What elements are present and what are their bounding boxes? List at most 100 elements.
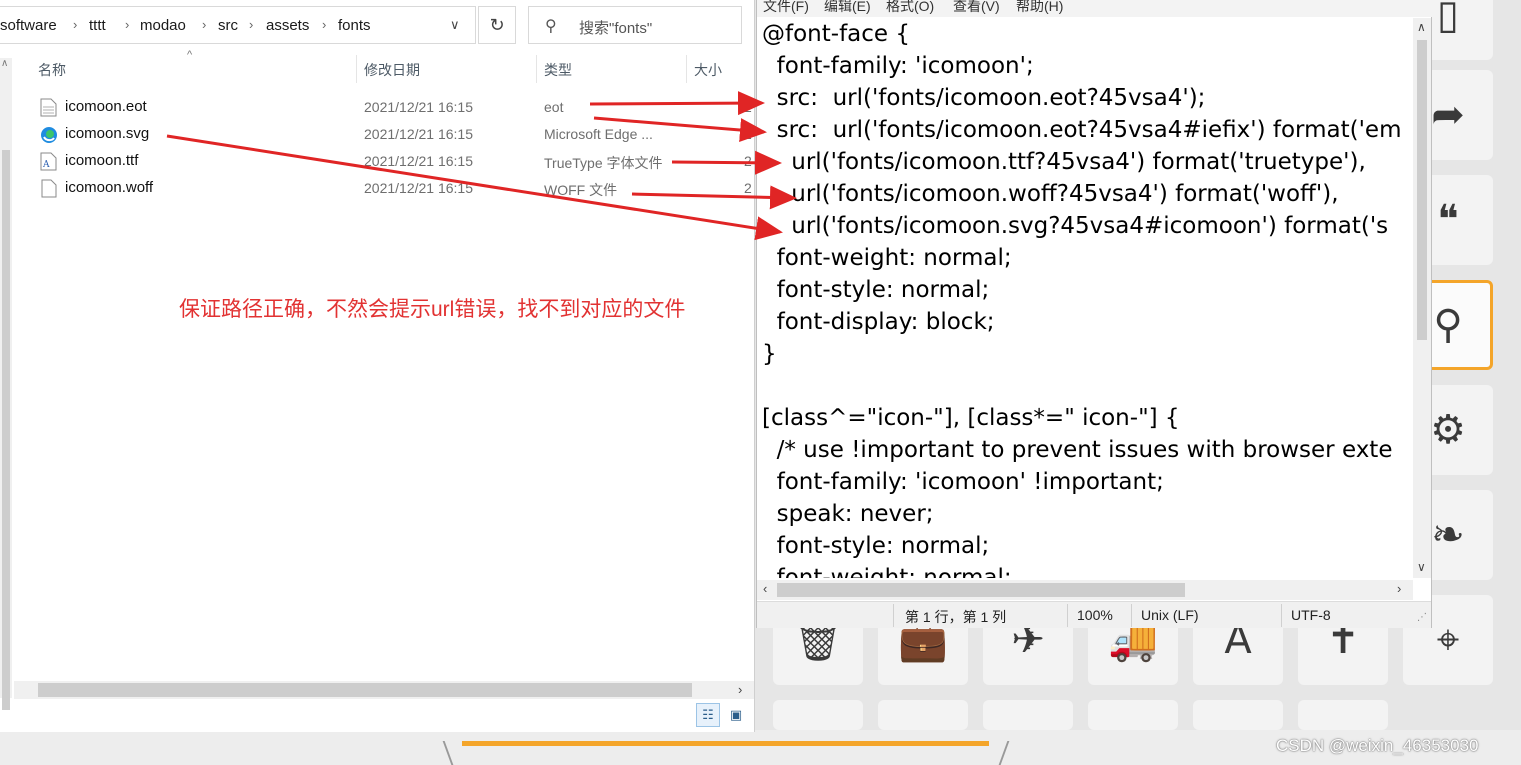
scroll-up-icon[interactable]: ∧ <box>1 58 8 69</box>
menu-help[interactable]: 帮助(H) <box>1016 0 1063 16</box>
line-ending: Unix (LF) <box>1141 607 1199 623</box>
column-divider[interactable] <box>686 55 687 83</box>
column-header-type[interactable]: 类型 <box>544 60 572 80</box>
code-line: font-weight: normal; <box>762 245 1012 271</box>
file-size: 1 <box>744 126 752 142</box>
resize-grip-icon[interactable]: ⋰ <box>1417 612 1427 623</box>
status-bar: 第 1 行，第 1 列 100% Unix (LF) UTF-8 <box>757 601 1431 628</box>
edge-file-icon <box>41 127 57 143</box>
column-header-name[interactable]: 名称 <box>38 60 66 80</box>
refresh-button[interactable]: ↻ <box>478 6 516 44</box>
active-tab-indicator <box>462 741 989 746</box>
chevron-right-icon[interactable]: › <box>125 17 129 32</box>
search-icon: ⚲ <box>545 16 557 35</box>
file-type: TrueType 字体文件 <box>544 155 663 171</box>
text-editor-area[interactable]: @font-face { font-family: 'icomoon'; src… <box>762 18 1405 578</box>
horizontal-scrollbar[interactable] <box>757 580 1413 600</box>
status-divider <box>1131 604 1132 627</box>
chevron-right-icon[interactable]: › <box>73 17 77 32</box>
icon-tile[interactable] <box>1193 700 1283 730</box>
icon-tile[interactable] <box>878 700 968 730</box>
chevron-right-icon[interactable]: › <box>322 17 326 32</box>
menu-format[interactable]: 格式(O) <box>886 0 934 16</box>
details-view-icon: ☷ <box>702 707 714 723</box>
chevron-right-icon[interactable]: › <box>202 17 206 32</box>
file-size: 2 <box>744 180 752 196</box>
code-line: url('fonts/icomoon.woff?45vsa4') format(… <box>762 181 1339 207</box>
file-size: 2 <box>744 99 752 115</box>
large-icons-view-button[interactable]: ▣ <box>724 703 748 727</box>
scrollbar-thumb[interactable] <box>777 583 1185 597</box>
icon-tile[interactable] <box>773 700 863 730</box>
column-header-date[interactable]: 修改日期 <box>364 60 420 80</box>
code-line: font-family: 'icomoon' !important; <box>762 469 1164 495</box>
file-name[interactable]: icomoon.svg <box>65 125 149 142</box>
icon-tile[interactable] <box>1088 700 1178 730</box>
scrollbar-thumb[interactable] <box>38 683 692 697</box>
address-bar[interactable]: software › tttt › modao › src › assets ›… <box>0 6 476 44</box>
scroll-left-icon[interactable]: ‹ <box>763 581 767 596</box>
breadcrumb-item[interactable]: modao <box>140 17 186 34</box>
icon-tile[interactable] <box>983 700 1073 730</box>
code-line: font-style: normal; <box>762 277 990 303</box>
font-file-icon: A <box>40 152 57 171</box>
watermark: CSDN @weixin_46353030 <box>1276 736 1479 755</box>
file-name[interactable]: icomoon.eot <box>65 98 147 115</box>
status-divider <box>893 604 894 627</box>
search-box[interactable]: ⚲ 搜索"fonts" <box>528 6 742 44</box>
file-row[interactable]: icomoon.woff 2021/12/21 16:15 WOFF 文件 2 <box>40 176 752 200</box>
file-date: 2021/12/21 16:15 <box>364 153 473 169</box>
file-row[interactable]: icomoon.svg 2021/12/21 16:15 Microsoft E… <box>40 122 752 146</box>
status-divider <box>1067 604 1068 627</box>
code-line: font-display: block; <box>762 309 995 335</box>
breadcrumb-item[interactable]: fonts <box>338 17 371 34</box>
code-line: url('fonts/icomoon.ttf?45vsa4') format('… <box>762 149 1366 175</box>
scrollbar-thumb[interactable] <box>2 150 10 710</box>
file-date: 2021/12/21 16:15 <box>364 99 473 115</box>
menu-edit[interactable]: 编辑(E) <box>824 0 871 16</box>
chevron-down-icon[interactable]: ∨ <box>450 17 460 33</box>
menu-file[interactable]: 文件(F) <box>763 0 809 16</box>
nav-pane-scrollbar[interactable] <box>0 58 12 710</box>
icon-tile[interactable] <box>1298 700 1388 730</box>
breadcrumb-item[interactable]: tttt <box>89 17 106 34</box>
file-date: 2021/12/21 16:15 <box>364 126 473 142</box>
details-view-button[interactable]: ☷ <box>696 703 720 727</box>
column-header-size[interactable]: 大小 <box>694 60 722 80</box>
code-line: font-weight: normal; <box>762 565 1012 578</box>
scroll-up-icon[interactable]: ∧ <box>1417 20 1426 34</box>
blank-file-icon <box>41 179 57 198</box>
cursor-position: 第 1 行，第 1 列 <box>905 609 1007 625</box>
notepad-window: 文件(F) 编辑(E) 格式(O) 查看(V) 帮助(H) @font-face… <box>756 0 1433 628</box>
scroll-down-icon[interactable]: ∨ <box>1417 560 1426 574</box>
file-name[interactable]: icomoon.woff <box>65 179 153 196</box>
column-divider[interactable] <box>536 55 537 83</box>
code-line: font-style: normal; <box>762 533 990 559</box>
code-line: url('fonts/icomoon.svg?45vsa4#icomoon') … <box>762 213 1389 239</box>
file-type: Microsoft Edge ... <box>544 126 653 142</box>
scroll-right-icon[interactable]: › <box>738 682 742 697</box>
eot-file-icon <box>40 98 57 117</box>
file-explorer-window: software › tttt › modao › src › assets ›… <box>0 0 755 732</box>
column-divider[interactable] <box>356 55 357 83</box>
vertical-scrollbar[interactable] <box>1413 18 1431 578</box>
file-row[interactable]: A icomoon.ttf 2021/12/21 16:15 TrueType … <box>40 149 752 173</box>
breadcrumb-item[interactable]: assets <box>266 17 309 34</box>
file-row[interactable]: icomoon.eot 2021/12/21 16:15 eot 2 <box>40 95 752 119</box>
code-line: [class^="icon-"], [class*=" icon-"] { <box>762 405 1180 431</box>
file-name[interactable]: icomoon.ttf <box>65 152 138 169</box>
code-line: src: url('fonts/icomoon.eot?45vsa4'); <box>762 85 1206 111</box>
file-type: eot <box>544 99 564 115</box>
code-line: font-family: 'icomoon'; <box>762 53 1034 79</box>
scrollbar-thumb[interactable] <box>1417 40 1427 340</box>
search-input[interactable]: 搜索"fonts" <box>579 17 652 38</box>
scroll-right-icon[interactable]: › <box>1397 581 1401 596</box>
breadcrumb-item[interactable]: software <box>0 17 57 34</box>
chevron-right-icon[interactable]: › <box>249 17 253 32</box>
code-line: @font-face { <box>762 21 910 47</box>
code-line: speak: never; <box>762 501 934 527</box>
menu-view[interactable]: 查看(V) <box>953 0 1000 16</box>
breadcrumb-item[interactable]: src <box>218 17 238 34</box>
horizontal-scrollbar[interactable] <box>14 681 754 699</box>
status-divider <box>1281 604 1282 627</box>
